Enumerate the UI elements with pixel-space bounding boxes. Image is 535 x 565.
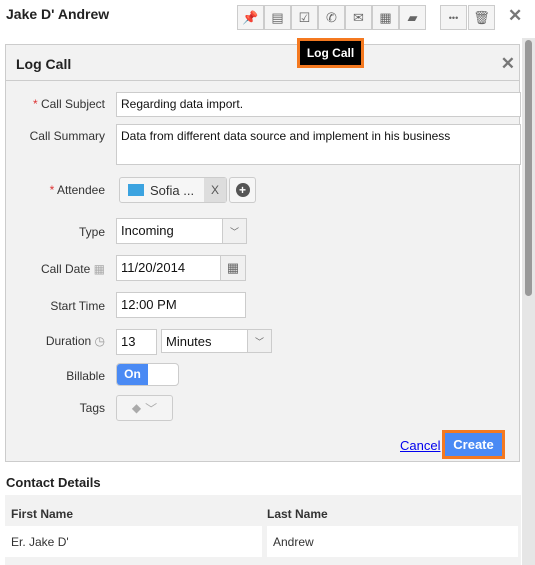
attendee-name: Sofia ... <box>150 182 195 198</box>
add-attendee-button[interactable]: + <box>229 177 256 203</box>
more-icon: ••• <box>448 12 459 23</box>
calendar-picker-icon[interactable]: ▦ <box>220 256 245 280</box>
chevron-down-icon: ﹀ <box>222 219 246 243</box>
first-name-label: First Name <box>11 507 74 521</box>
task-icon: ☑ <box>298 9 311 25</box>
tags-label: Tags <box>79 401 105 415</box>
contact-details-heading: Contact Details <box>6 475 101 490</box>
contact-card-icon <box>128 184 144 196</box>
call-date-label: Call Date <box>40 262 91 276</box>
chevron-down-icon: ﹀ <box>145 401 158 416</box>
call-summary-input[interactable]: Data from different data source and impl… <box>116 124 521 165</box>
mail-icon: ✉ <box>353 9 364 25</box>
remove-attendee-button[interactable]: X <box>204 178 226 202</box>
scrollbar-thumb[interactable] <box>525 40 532 296</box>
close-icon[interactable]: ✕ <box>501 54 515 74</box>
first-name-value: Er. Jake D' <box>5 526 262 557</box>
duration-input[interactable]: 13 <box>116 329 157 355</box>
tooltip: Log Call <box>297 38 364 68</box>
log-call-panel: Log Call ✕ * Call Subject Regarding data … <box>5 44 521 462</box>
type-value: Incoming <box>121 223 174 238</box>
phone-icon: ✆ <box>326 9 337 25</box>
type-select[interactable]: Incoming ﹀ <box>116 218 247 244</box>
call-subject-input[interactable]: Regarding data import. <box>116 92 521 117</box>
call-date-value: 11/20/2014 <box>121 260 186 275</box>
duration-label: Duration <box>45 334 92 348</box>
more-button[interactable]: ••• <box>440 5 467 30</box>
panel-title: Log Call <box>16 56 72 72</box>
call-subject-label: Call Subject <box>40 97 105 111</box>
phone-button[interactable]: ✆ <box>318 5 345 30</box>
billable-toggle[interactable]: On <box>116 363 179 386</box>
cancel-link[interactable]: Cancel <box>400 438 440 453</box>
billable-label: Billable <box>66 369 105 383</box>
task-button[interactable]: ☑ <box>291 5 318 30</box>
create-button[interactable]: Create <box>442 430 505 459</box>
tag-icon: ◆ <box>131 401 142 415</box>
last-name-label: Last Name <box>267 507 328 521</box>
attendee-label: Attendee <box>56 183 105 197</box>
record-title: Jake D' Andrew <box>6 6 110 22</box>
folder-button[interactable]: ▰ <box>399 5 426 30</box>
tags-dropdown[interactable]: ◆ ﹀ <box>116 395 173 421</box>
folder-icon: ▰ <box>407 9 418 25</box>
contact-details-section: First Name Last Name Er. Jake D' Andrew <box>5 495 521 565</box>
clock-icon: ◷ <box>94 334 105 348</box>
close-icon[interactable]: ✕ <box>508 6 522 26</box>
trash-icon: 🗑 <box>473 9 490 25</box>
plus-circle-icon: + <box>235 183 250 197</box>
note-button[interactable]: ▦ <box>372 5 399 30</box>
duration-unit-select[interactable]: Minutes ﹀ <box>161 329 272 353</box>
type-label: Type <box>78 225 105 239</box>
calendar-icon: ▤ <box>271 9 284 25</box>
delete-button[interactable]: 🗑 <box>468 5 495 30</box>
chevron-down-icon: ﹀ <box>247 330 271 352</box>
note-icon: ▦ <box>379 9 392 25</box>
calendar-button[interactable]: ▤ <box>264 5 291 30</box>
duration-unit-value: Minutes <box>166 334 212 349</box>
attendee-chip[interactable]: Sofia ... X <box>119 177 227 203</box>
toggle-on-label: On <box>117 364 148 385</box>
start-time-label: Start Time <box>50 299 105 313</box>
call-summary-label: Call Summary <box>29 129 105 143</box>
last-name-value: Andrew <box>267 526 518 557</box>
pin-button[interactable]: 📌 <box>237 5 264 30</box>
start-time-input[interactable]: 12:00 PM <box>116 292 246 318</box>
mail-button[interactable]: ✉ <box>345 5 372 30</box>
calendar-icon: ▦ <box>93 262 105 276</box>
pin-icon: 📌 <box>242 9 259 25</box>
call-date-input[interactable]: 11/20/2014 ▦ <box>116 255 246 281</box>
